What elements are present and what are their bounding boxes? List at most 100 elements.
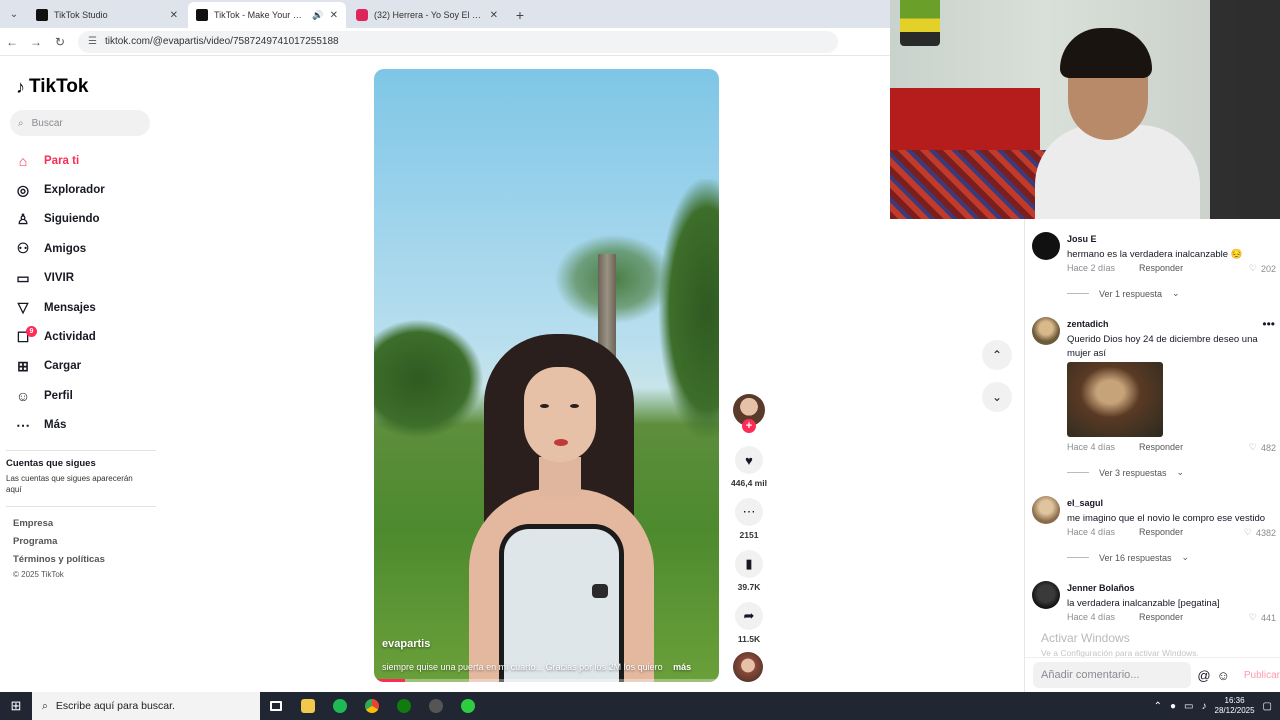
close-icon[interactable]: ✕ xyxy=(490,10,498,21)
comment-button[interactable]: ⋯ 2151 xyxy=(728,498,770,540)
video-player[interactable]: evapartis siempre quise una puerta en mi… xyxy=(374,69,719,682)
site-info-icon[interactable]: ☰ xyxy=(88,36,97,47)
view-replies-button[interactable]: Ver 16 respuestas ⌄ xyxy=(1067,552,1189,563)
tab-youtube[interactable]: (32) Herrera - Yo Soy El Jefe - Y ✕ xyxy=(348,2,506,28)
share-button[interactable]: ➦ 11.5K xyxy=(728,602,770,644)
view-replies-button[interactable]: Ver 1 respuesta ⌄ xyxy=(1067,288,1180,299)
network-icon[interactable]: ▭ xyxy=(1184,701,1193,712)
sidebar-nav: ⌂ Para ti ◎ Explorador ♙ Siguiendo ⚇ Ami… xyxy=(14,146,164,440)
notifications-icon[interactable]: ▢ xyxy=(1263,701,1272,712)
microphone-icon[interactable]: ● xyxy=(1170,701,1176,712)
tiktok-logo[interactable]: ♪ TikTok xyxy=(16,76,88,98)
previous-video-button[interactable]: ⌃ xyxy=(982,340,1012,370)
sidebar-item-siguiendo[interactable]: ♙ Siguiendo xyxy=(14,205,164,234)
comment-input[interactable]: Añadir comentario... xyxy=(1033,662,1192,688)
xbox-icon[interactable] xyxy=(388,692,420,720)
comment-like-button[interactable]: ♡ 202 xyxy=(1249,263,1276,274)
comment-text: me imagino que el novio le compro ese ve… xyxy=(1067,513,1266,524)
spotify-icon[interactable] xyxy=(324,692,356,720)
comment-like-button[interactable]: ♡ 441 xyxy=(1249,612,1276,623)
caption-more-button[interactable]: más xyxy=(673,662,691,672)
brand-name: TikTok xyxy=(29,76,89,97)
tab-tiktok[interactable]: TikTok - Make Your Day 🔊 ✕ xyxy=(188,2,346,28)
save-button[interactable]: ▮ 39.7K xyxy=(728,550,770,592)
video-progress-bar[interactable] xyxy=(374,679,719,682)
comment-author[interactable]: zentadich xyxy=(1067,319,1109,329)
comment-like-button[interactable]: ♡ 482 xyxy=(1249,442,1276,453)
avatar[interactable] xyxy=(1032,317,1060,345)
divider xyxy=(1067,472,1089,473)
mention-icon[interactable]: @ xyxy=(1197,668,1210,683)
avatar[interactable] xyxy=(1032,232,1060,260)
url-field[interactable]: ☰ tiktok.com/@evapartis/video/7587249741… xyxy=(78,30,838,53)
comment-author[interactable]: el_sagul xyxy=(1067,498,1103,508)
tab-title: TikTok Studio xyxy=(54,10,108,20)
close-icon[interactable]: ✕ xyxy=(330,10,338,21)
video-caption: siempre quise una puerta en mi cuarto...… xyxy=(382,662,712,672)
sidebar-item-mas[interactable]: ⋯ Más xyxy=(14,411,164,440)
home-icon: ⌂ xyxy=(18,152,28,169)
footer-link-empresa[interactable]: Empresa xyxy=(13,518,105,536)
comment-sticker-image[interactable] xyxy=(1067,362,1163,437)
forward-icon[interactable]: → xyxy=(24,30,48,54)
new-tab-button[interactable]: + xyxy=(508,2,532,28)
system-clock[interactable]: 16:36 28/12/2025 xyxy=(1215,696,1255,716)
publish-button[interactable]: Publicar xyxy=(1244,670,1280,681)
video-person xyxy=(554,439,568,446)
footer-link-programa[interactable]: Programa xyxy=(13,536,105,554)
file-explorer-icon[interactable] xyxy=(292,692,324,720)
reload-icon[interactable]: ↻ xyxy=(48,30,72,54)
follow-button[interactable]: + xyxy=(742,419,756,433)
speaker-icon[interactable]: 🔊 xyxy=(312,10,323,21)
compass-icon: ◎ xyxy=(16,181,30,198)
comment-like-button[interactable]: ♡ 4382 xyxy=(1244,527,1276,538)
chrome-icon[interactable] xyxy=(356,692,388,720)
sidebar-item-explorador[interactable]: ◎ Explorador xyxy=(14,175,164,204)
task-view-icon[interactable] xyxy=(260,692,292,720)
xbox-app-icon[interactable] xyxy=(452,692,484,720)
sidebar-item-actividad[interactable]: ☐ 9 Actividad xyxy=(14,322,164,351)
more-options-icon[interactable]: ••• xyxy=(1262,317,1275,331)
comment-meta: Hace 2 días Responder xyxy=(1067,263,1183,273)
reply-button[interactable]: Responder xyxy=(1139,442,1183,452)
chevron-up-icon[interactable]: ⌃ xyxy=(1154,701,1162,712)
sidebar-item-label: Amigos xyxy=(44,242,87,255)
emoji-icon[interactable]: ☺ xyxy=(1217,668,1230,683)
following-title: Cuentas que sigues xyxy=(6,458,96,469)
music-disc-icon[interactable] xyxy=(733,652,763,682)
comment-author[interactable]: Josu E xyxy=(1067,234,1097,244)
sidebar-item-vivir[interactable]: ▭ VIVIR xyxy=(14,264,164,293)
sidebar-item-mensajes[interactable]: ▽ Mensajes xyxy=(14,293,164,322)
next-video-button[interactable]: ⌄ xyxy=(982,382,1012,412)
sidebar-item-label: Actividad xyxy=(44,331,96,344)
comment-author[interactable]: Jenner Bolaños xyxy=(1067,583,1135,593)
reply-button[interactable]: Responder xyxy=(1139,263,1183,273)
comment-like-count: 441 xyxy=(1260,612,1276,623)
divider xyxy=(1067,557,1089,558)
volume-icon[interactable]: ♪ xyxy=(1202,701,1207,712)
taskbar-search-input[interactable]: ⌕ Escribe aquí para buscar. xyxy=(32,692,260,720)
save-count: 39.7K xyxy=(737,582,761,592)
windows-start-icon[interactable]: ⊞ xyxy=(0,692,32,720)
sidebar-item-cargar[interactable]: ⊞ Cargar xyxy=(14,352,164,381)
search-input[interactable]: ⌕ Buscar xyxy=(10,110,150,136)
video-username[interactable]: evapartis xyxy=(382,638,430,650)
avatar[interactable] xyxy=(1032,496,1060,524)
game-launcher-icon[interactable] xyxy=(420,692,452,720)
sidebar-item-perfil[interactable]: ☺ Perfil xyxy=(14,381,164,410)
tab-search-icon[interactable]: ⌄ xyxy=(0,0,28,28)
search-icon: ⌕ xyxy=(42,699,48,712)
like-button[interactable]: ♥ 446,4 mil xyxy=(728,446,770,488)
back-icon[interactable]: ← xyxy=(0,30,24,54)
tab-tiktok-studio[interactable]: TikTok Studio ✕ xyxy=(28,2,186,28)
sidebar-item-para-ti[interactable]: ⌂ Para ti xyxy=(14,146,164,175)
tiktok-icon: ♪ xyxy=(16,76,25,97)
close-icon[interactable]: ✕ xyxy=(170,10,178,21)
avatar[interactable] xyxy=(1032,581,1060,609)
video-scene xyxy=(374,319,484,439)
reply-button[interactable]: Responder xyxy=(1139,527,1183,537)
reply-button[interactable]: Responder xyxy=(1139,612,1183,622)
tiktok-icon xyxy=(36,9,48,21)
sidebar-item-amigos[interactable]: ⚇ Amigos xyxy=(14,234,164,263)
view-replies-button[interactable]: Ver 3 respuestas ⌄ xyxy=(1067,467,1184,478)
